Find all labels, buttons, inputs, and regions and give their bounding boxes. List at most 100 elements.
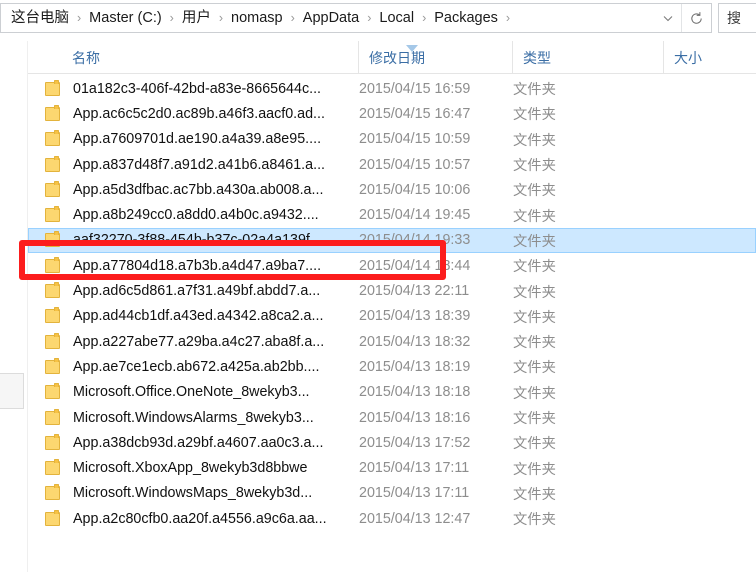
file-type: 文件夹 <box>513 436 556 453</box>
file-row[interactable]: Microsoft.WindowsMaps_8wekyb3d... 2015/04… <box>28 481 756 506</box>
file-date-modified: 2015/04/13 22:11 <box>359 283 470 300</box>
breadcrumb-item[interactable]: Master (C:) <box>86 7 165 29</box>
folder-icon <box>45 408 60 425</box>
file-row[interactable]: aaf32270-3f88-454b-b37c-02a4a139f... 2015… <box>28 227 756 254</box>
file-date-modified: 2015/04/13 17:11 <box>359 460 470 477</box>
file-type: 文件夹 <box>513 461 556 478</box>
breadcrumb-item[interactable]: nomasp <box>228 7 286 29</box>
folder-icon <box>45 104 60 121</box>
file-date-modified: 2015/04/15 10:59 <box>359 131 471 148</box>
column-header-size[interactable]: 大小 <box>663 41 756 74</box>
file-name: App.ad6c5d861.a7f31.a49bf.abdd7.a... <box>73 283 321 300</box>
address-bar: 这台电脑 › Master (C:) › 用户 › nomasp › AppData › Local… <box>0 0 756 36</box>
breadcrumb: 这台电脑 › Master (C:) › 用户 › nomasp › AppData › Local… <box>1 7 655 29</box>
file-name: App.a5d3dfbac.ac7bb.a430a.ab008.a... <box>73 181 324 198</box>
file-row[interactable]: App.a38dcb93d.a29bf.a4607.aa0c3.a... 2015… <box>28 430 756 455</box>
folder-icon <box>45 357 60 374</box>
file-name: App.ae7ce1ecb.ab672.a425a.ab2bb.... <box>73 358 320 375</box>
file-type: 文件夹 <box>513 284 556 301</box>
file-type: 文件夹 <box>513 82 556 99</box>
column-header-date-modified[interactable]: 修改日期 <box>358 41 512 74</box>
file-row[interactable]: App.a2c80cfb0.aa20f.a4556.a9c6a.aa... 201… <box>28 506 756 531</box>
file-row[interactable]: App.a227abe77.a29ba.a4c27.aba8f.a... 2015… <box>28 329 756 354</box>
file-type: 文件夹 <box>513 158 556 175</box>
file-list[interactable]: 01a182c3-406f-42bd-a83e-8665644c... 2015/… <box>28 76 756 572</box>
breadcrumb-separator-icon: › <box>169 11 174 25</box>
file-date-modified: 2015/04/13 18:16 <box>359 409 471 426</box>
column-header-type-label: 类型 <box>523 49 551 66</box>
folder-icon <box>45 256 60 273</box>
file-type: 文件夹 <box>513 259 556 276</box>
file-name: App.ad44cb1df.a43ed.a4342.a8ca2.a... <box>73 308 324 325</box>
breadcrumb-separator-icon: › <box>290 11 295 25</box>
file-name: Microsoft.XboxApp_8wekyb3d8bbwe <box>73 460 308 477</box>
folder-icon <box>45 206 60 223</box>
address-path-box[interactable]: 这台电脑 › Master (C:) › 用户 › nomasp › AppData › Local… <box>0 3 712 33</box>
file-row[interactable]: App.ac6c5c2d0.ac89b.a46f3.aacf0.ad... 201… <box>28 101 756 126</box>
column-header-name[interactable]: 名称 <box>28 41 358 74</box>
breadcrumb-item[interactable]: Local <box>376 7 417 29</box>
file-date-modified: 2015/04/13 18:19 <box>359 358 471 375</box>
file-row[interactable]: App.ad44cb1df.a43ed.a4342.a8ca2.a... 2015… <box>28 304 756 329</box>
column-header-size-label: 大小 <box>674 49 702 66</box>
breadcrumb-separator-icon: › <box>218 11 224 25</box>
breadcrumb-separator-icon: › <box>505 11 511 25</box>
file-name: App.a2c80cfb0.aa20f.a4556.a9c6a.aa... <box>73 510 327 527</box>
file-name: Microsoft.WindowsAlarms_8wekyb3... <box>73 409 314 426</box>
file-row[interactable]: App.a7609701d.ae190.a4a39.a8e95.... 2015/… <box>28 127 756 152</box>
file-row[interactable]: App.a5d3dfbac.ac7bb.a430a.ab008.a... 2015… <box>28 177 756 202</box>
chevron-down-icon[interactable] <box>655 4 681 32</box>
column-header-type[interactable]: 类型 <box>512 41 663 74</box>
file-date-modified: 2015/04/15 10:06 <box>359 181 471 198</box>
file-name: aaf32270-3f88-454b-b37c-02a4a139f... <box>73 232 322 249</box>
breadcrumb-item[interactable]: Packages <box>431 7 501 29</box>
file-name: App.a227abe77.a29ba.a4c27.aba8f.a... <box>73 333 325 350</box>
file-type: 文件夹 <box>513 512 556 529</box>
folder-icon <box>45 383 60 400</box>
breadcrumb-item[interactable]: 这台电脑 <box>8 7 72 29</box>
file-name: App.a8b249cc0.a8dd0.a4b0c.a9432.... <box>73 207 319 224</box>
file-name: App.ac6c5c2d0.ac89b.a46f3.aacf0.ad... <box>73 105 325 122</box>
folder-icon <box>45 79 60 96</box>
file-row[interactable]: App.ae7ce1ecb.ab672.a425a.ab2bb.... 2015/… <box>28 354 756 379</box>
search-input[interactable]: 搜 <box>718 3 756 33</box>
breadcrumb-item[interactable]: AppData <box>300 7 362 29</box>
file-row[interactable]: App.a837d48f7.a91d2.a41b6.a8461.a... 2015… <box>28 152 756 177</box>
file-date-modified: 2015/04/14 19:45 <box>359 207 471 224</box>
file-date-modified: 2015/04/13 17:11 <box>359 485 470 502</box>
file-name: Microsoft.WindowsMaps_8wekyb3d... <box>73 485 313 502</box>
breadcrumb-separator-icon: › <box>77 11 82 25</box>
file-name: 01a182c3-406f-42bd-a83e-8665644c... <box>73 80 322 97</box>
file-type: 文件夹 <box>513 107 556 124</box>
file-row[interactable]: App.ad6c5d861.a7f31.a49bf.abdd7.a... 2015… <box>28 278 756 303</box>
folder-icon <box>45 332 60 349</box>
file-date-modified: 2015/04/13 17:52 <box>359 434 471 451</box>
file-date-modified: 2015/04/15 16:47 <box>359 105 471 122</box>
file-row[interactable]: App.a8b249cc0.a8dd0.a4b0c.a9432.... 2015/… <box>28 202 756 227</box>
file-date-modified: 2015/04/13 18:18 <box>359 384 471 401</box>
column-header-name-label: 名称 <box>72 49 100 66</box>
file-date-modified: 2015/04/14 19:33 <box>359 232 471 249</box>
file-name: App.a38dcb93d.a29bf.a4607.aa0c3.a... <box>73 434 324 451</box>
file-date-modified: 2015/04/14 18:44 <box>359 257 471 274</box>
file-row[interactable]: 01a182c3-406f-42bd-a83e-8665644c... 2015/… <box>28 76 756 101</box>
file-date-modified: 2015/04/13 18:32 <box>359 333 471 350</box>
file-row[interactable]: Microsoft.XboxApp_8wekyb3d8bbwe 2015/04/1… <box>28 455 756 480</box>
breadcrumb-separator-icon: › <box>422 11 427 25</box>
file-row[interactable]: Microsoft.WindowsAlarms_8wekyb3... 2015/0… <box>28 405 756 430</box>
breadcrumb-separator-icon: › <box>367 11 372 25</box>
file-type: 文件夹 <box>513 411 556 427</box>
file-type: 文件夹 <box>513 486 556 503</box>
navigation-pane-expand-button[interactable] <box>0 373 24 409</box>
file-type: 文件夹 <box>513 385 556 402</box>
folder-icon <box>45 307 60 324</box>
file-date-modified: 2015/04/13 12:47 <box>359 510 471 527</box>
file-row[interactable]: App.a77804d18.a7b3b.a4d47.a9ba7.... 2015/… <box>28 253 756 278</box>
folder-icon <box>45 433 60 450</box>
breadcrumb-item[interactable]: 用户 <box>179 7 214 29</box>
file-row[interactable]: Microsoft.Office.OneNote_8wekyb3... 2015/… <box>28 380 756 405</box>
folder-icon <box>45 130 60 147</box>
file-type: 文件夹 <box>513 132 556 149</box>
refresh-icon[interactable] <box>681 4 711 32</box>
file-type: 文件夹 <box>513 360 556 377</box>
